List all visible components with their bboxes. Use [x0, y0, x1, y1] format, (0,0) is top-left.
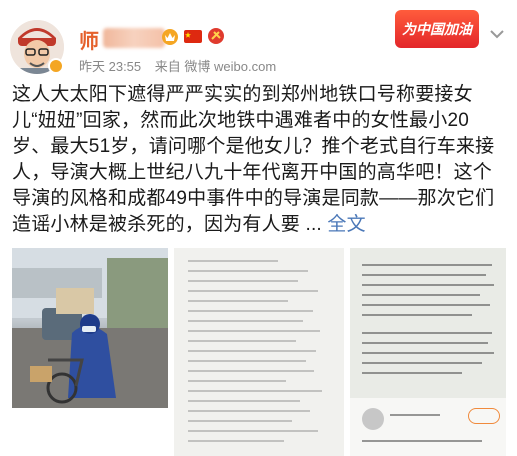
photo-screenshot-post[interactable]	[350, 248, 506, 456]
verified-badge-icon	[48, 58, 64, 74]
promo-badge[interactable]: 为中国加油	[395, 10, 479, 48]
author-name[interactable]: 师	[79, 25, 100, 54]
post-photos	[12, 248, 506, 456]
crown-badge-icon	[162, 29, 178, 45]
expand-full-text-link[interactable]: 全文	[327, 214, 365, 235]
post-source: 来自 微博 weibo.com	[154, 59, 277, 74]
photo-person-with-bicycle[interactable]	[12, 248, 168, 408]
photo-screenshot-list[interactable]	[174, 248, 344, 456]
post-body-text: 这人大太阳下遮得严严实实的到郑州地铁口号称要接女儿“妞妞”回家，然而此次地铁中遇…	[12, 84, 495, 235]
author-name-blur	[103, 28, 165, 48]
china-flag-icon	[184, 30, 202, 43]
author-badges	[160, 26, 226, 46]
post-body: 这人大太阳下遮得严严实实的到郑州地铁口号称要接女儿“妞妞”回家，然而此次地铁中遇…	[12, 82, 506, 238]
post-meta: 昨天 23:55 来自 微博 weibo.com	[79, 56, 286, 75]
chevron-down-icon[interactable]	[487, 24, 507, 44]
party-badge-icon	[208, 28, 224, 44]
post-time[interactable]: 昨天 23:55	[79, 59, 141, 74]
post-header: 师 昨天 23:55 来自 微博 weibo.com 为中国加油	[0, 0, 517, 80]
